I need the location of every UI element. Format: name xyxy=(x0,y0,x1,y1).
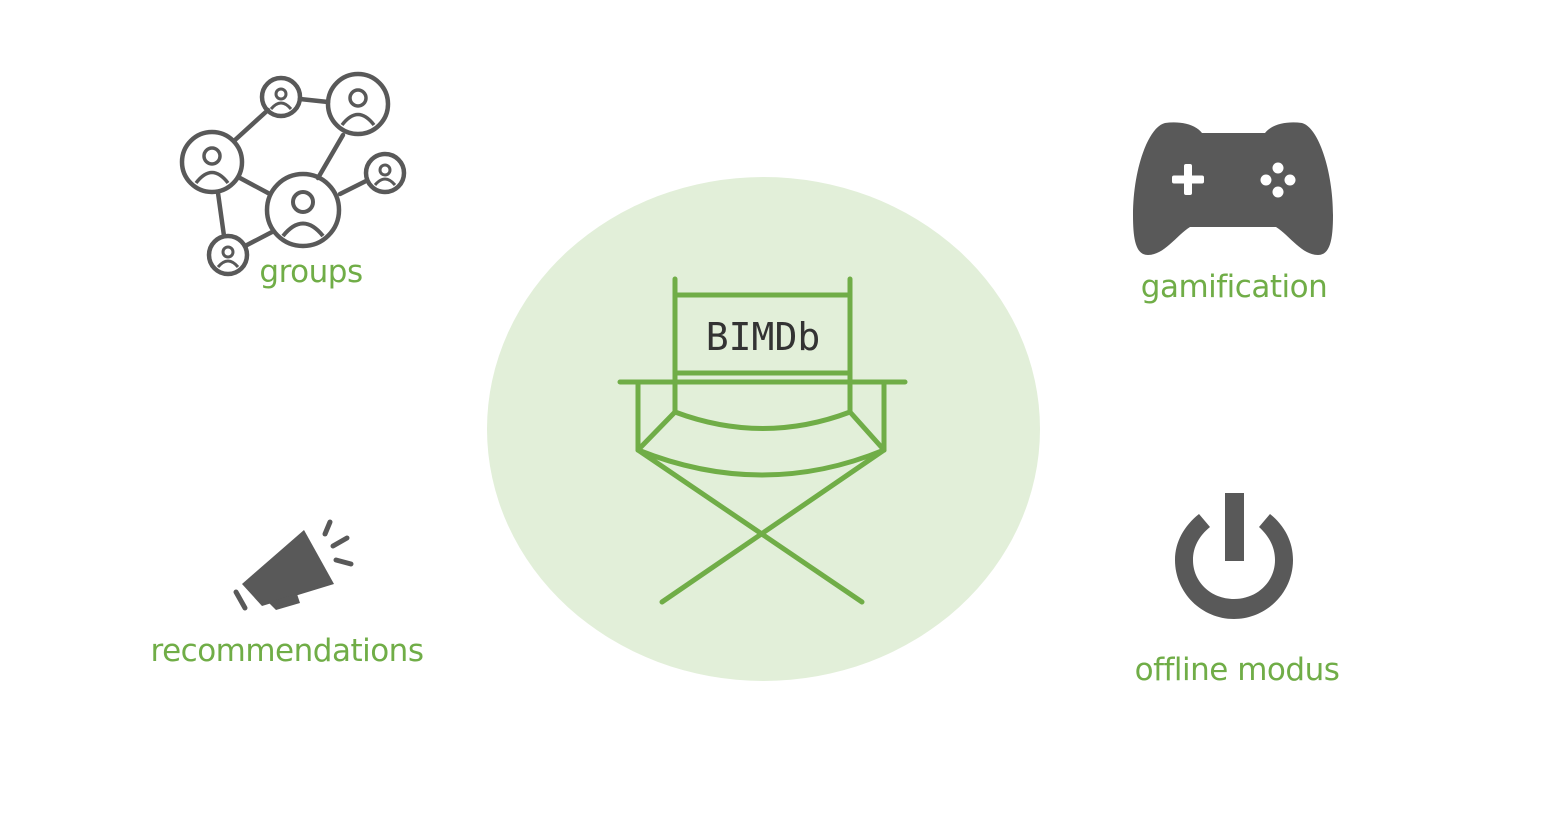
gamepad-icon xyxy=(1133,122,1333,255)
feature-label-offline: offline modus xyxy=(1134,652,1340,688)
brand-name: BIMDb xyxy=(705,315,821,359)
feature-label-gamification: gamification xyxy=(1140,269,1328,305)
power-icon xyxy=(1175,493,1293,619)
megaphone-icon xyxy=(233,519,354,611)
diagram-canvas: BIMDb groups gamification recommendation… xyxy=(0,0,1564,832)
network-users-icon xyxy=(179,71,407,277)
feature-label-recommendations: recommendations xyxy=(150,633,424,669)
feature-label-groups: groups xyxy=(259,254,363,290)
